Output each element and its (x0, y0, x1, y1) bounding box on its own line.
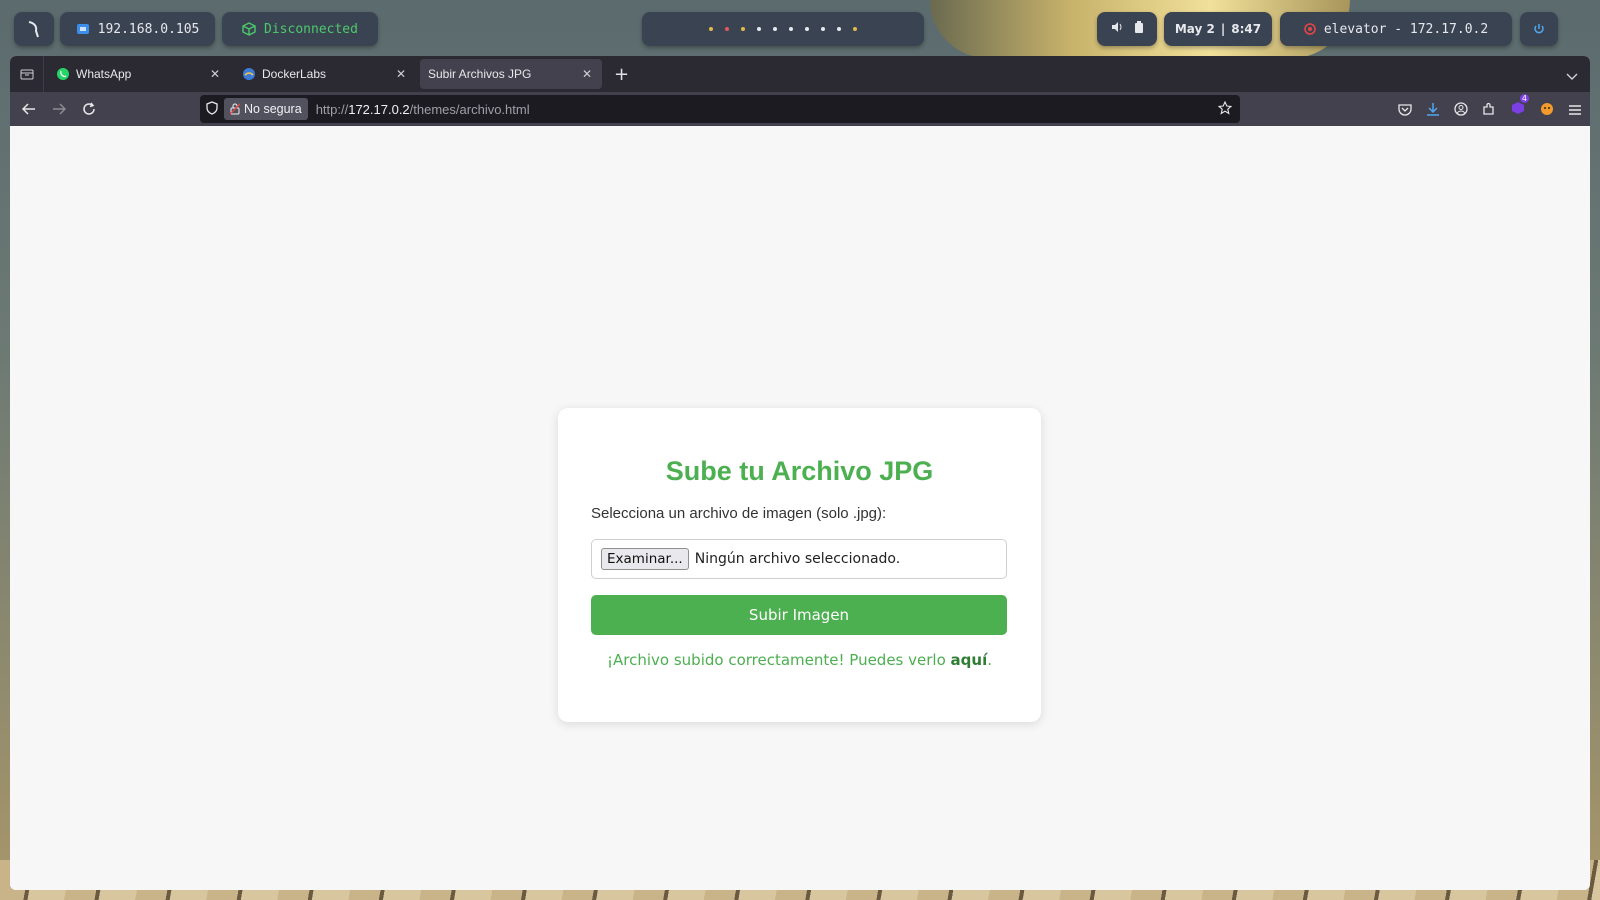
date-text: May 2 (1174, 22, 1215, 36)
security-label: No segura (244, 102, 302, 116)
download-icon[interactable] (1426, 101, 1440, 120)
tab-label: DockerLabs (262, 67, 327, 81)
success-message: ¡Archivo subido correctamente! Puedes ve… (558, 651, 1041, 669)
target-widget[interactable]: elevator - 172.17.0.2 (1280, 12, 1512, 46)
vpn-status: Disconnected (264, 21, 358, 37)
page-title: Sube tu Archivo JPG (665, 456, 934, 486)
extension-badge: 4 (1519, 94, 1529, 103)
upload-image-button[interactable]: Subir Imagen (591, 595, 1007, 635)
file-select-label: Selecciona un archivo de imagen (solo .j… (591, 505, 887, 522)
close-icon[interactable]: ✕ (582, 67, 592, 81)
workspace-dot[interactable] (725, 27, 729, 31)
pocket-icon[interactable] (1398, 101, 1412, 120)
vpn-widget[interactable]: Disconnected (222, 12, 378, 46)
file-input[interactable]: Examinar... Ningún archivo seleccionado. (591, 539, 1007, 579)
workspace-dot[interactable] (757, 27, 761, 31)
url-path: /themes/archivo.html (409, 101, 530, 117)
url-host: 172.17.0.2 (348, 101, 410, 117)
ip-address: 192.168.0.105 (97, 21, 200, 37)
time-text: 8:47 (1231, 22, 1262, 36)
back-button[interactable] (14, 103, 44, 115)
cube-icon (242, 22, 256, 36)
clock-widget[interactable]: May 2 | 8:47 (1164, 12, 1272, 46)
navigation-bar: No segura http://172.17.0.2/themes/archi… (10, 92, 1590, 126)
date-time-separator: | (1220, 22, 1226, 36)
close-icon[interactable]: ✕ (210, 67, 220, 81)
workspace-dot[interactable] (853, 27, 857, 31)
success-text: ¡Archivo subido correctamente! Puedes ve… (607, 651, 951, 669)
browse-button[interactable]: Examinar... (601, 548, 689, 570)
workspace-dot[interactable] (805, 27, 809, 31)
tab-label: WhatsApp (76, 67, 132, 81)
close-icon[interactable]: ✕ (396, 67, 406, 81)
extensions-icon[interactable] (1482, 101, 1496, 120)
audio-battery-widget[interactable] (1097, 12, 1157, 46)
workspace-dot[interactable] (821, 27, 825, 31)
extension-cube-icon[interactable]: 4 (1510, 94, 1529, 120)
insecure-lock-icon (230, 103, 240, 115)
tab-dockerlabs[interactable]: DockerLabs ✕ (234, 59, 416, 89)
kali-dragon-icon (28, 21, 39, 38)
workspace-dot[interactable] (709, 27, 713, 31)
shield-icon[interactable] (206, 100, 218, 118)
workspace-dot[interactable] (837, 27, 841, 31)
arrow-left-icon (22, 103, 35, 115)
upload-card: Sube tu Archivo JPG Selecciona un archiv… (558, 408, 1041, 722)
firefox-view-icon (20, 69, 33, 80)
battery-icon (1135, 21, 1143, 37)
url-bar[interactable]: No segura http://172.17.0.2/themes/archi… (200, 95, 1240, 123)
menu-icon[interactable] (1568, 101, 1582, 120)
volume-icon[interactable] (1111, 21, 1123, 37)
reload-icon (83, 102, 95, 115)
workspace-dot[interactable] (773, 27, 777, 31)
tab-label: Subir Archivos JPG (428, 67, 532, 81)
page-content: Sube tu Archivo JPG Selecciona un archiv… (10, 126, 1590, 890)
workspaces-indicator[interactable] (642, 12, 924, 46)
chevron-down-icon (1566, 73, 1578, 80)
toolbar-icons: 4 (1398, 94, 1582, 120)
network-icon (76, 23, 90, 35)
target-icon (1304, 23, 1316, 35)
arrow-right-icon (53, 103, 66, 115)
browser-window: WhatsApp ✕ DockerLabs ✕ Subir Archivos J… (10, 56, 1590, 890)
url-prefix: http:// (315, 101, 349, 117)
security-indicator[interactable]: No segura (224, 98, 308, 120)
extension-fox-icon[interactable] (1540, 101, 1554, 120)
view-file-link[interactable]: aquí (951, 651, 988, 669)
success-end: . (987, 651, 992, 669)
new-tab-button[interactable]: + (614, 64, 629, 85)
power-icon (1534, 24, 1544, 34)
url-text: http://172.17.0.2/themes/archivo.html (316, 102, 530, 117)
firefox-view-button[interactable] (10, 56, 44, 92)
account-icon[interactable] (1454, 101, 1468, 120)
tab-bar: WhatsApp ✕ DockerLabs ✕ Subir Archivos J… (10, 56, 1590, 92)
target-text: elevator - 172.17.0.2 (1323, 21, 1489, 37)
dockerlabs-icon (242, 67, 256, 81)
workspace-dot[interactable] (741, 27, 745, 31)
workspace-dot[interactable] (789, 27, 793, 31)
forward-button[interactable] (44, 103, 74, 115)
tab-whatsapp[interactable]: WhatsApp ✕ (48, 59, 230, 89)
whatsapp-icon (56, 67, 70, 81)
menu-launcher-button[interactable] (14, 12, 54, 46)
tab-subir-archivos[interactable]: Subir Archivos JPG ✕ (420, 59, 602, 89)
power-button[interactable] (1520, 12, 1558, 46)
list-tabs-button[interactable] (1566, 66, 1578, 85)
ip-widget[interactable]: 192.168.0.105 (60, 12, 215, 46)
reload-button[interactable] (74, 102, 104, 116)
no-file-text: Ningún archivo seleccionado. (694, 551, 901, 567)
bookmark-star-icon[interactable] (1217, 100, 1233, 118)
